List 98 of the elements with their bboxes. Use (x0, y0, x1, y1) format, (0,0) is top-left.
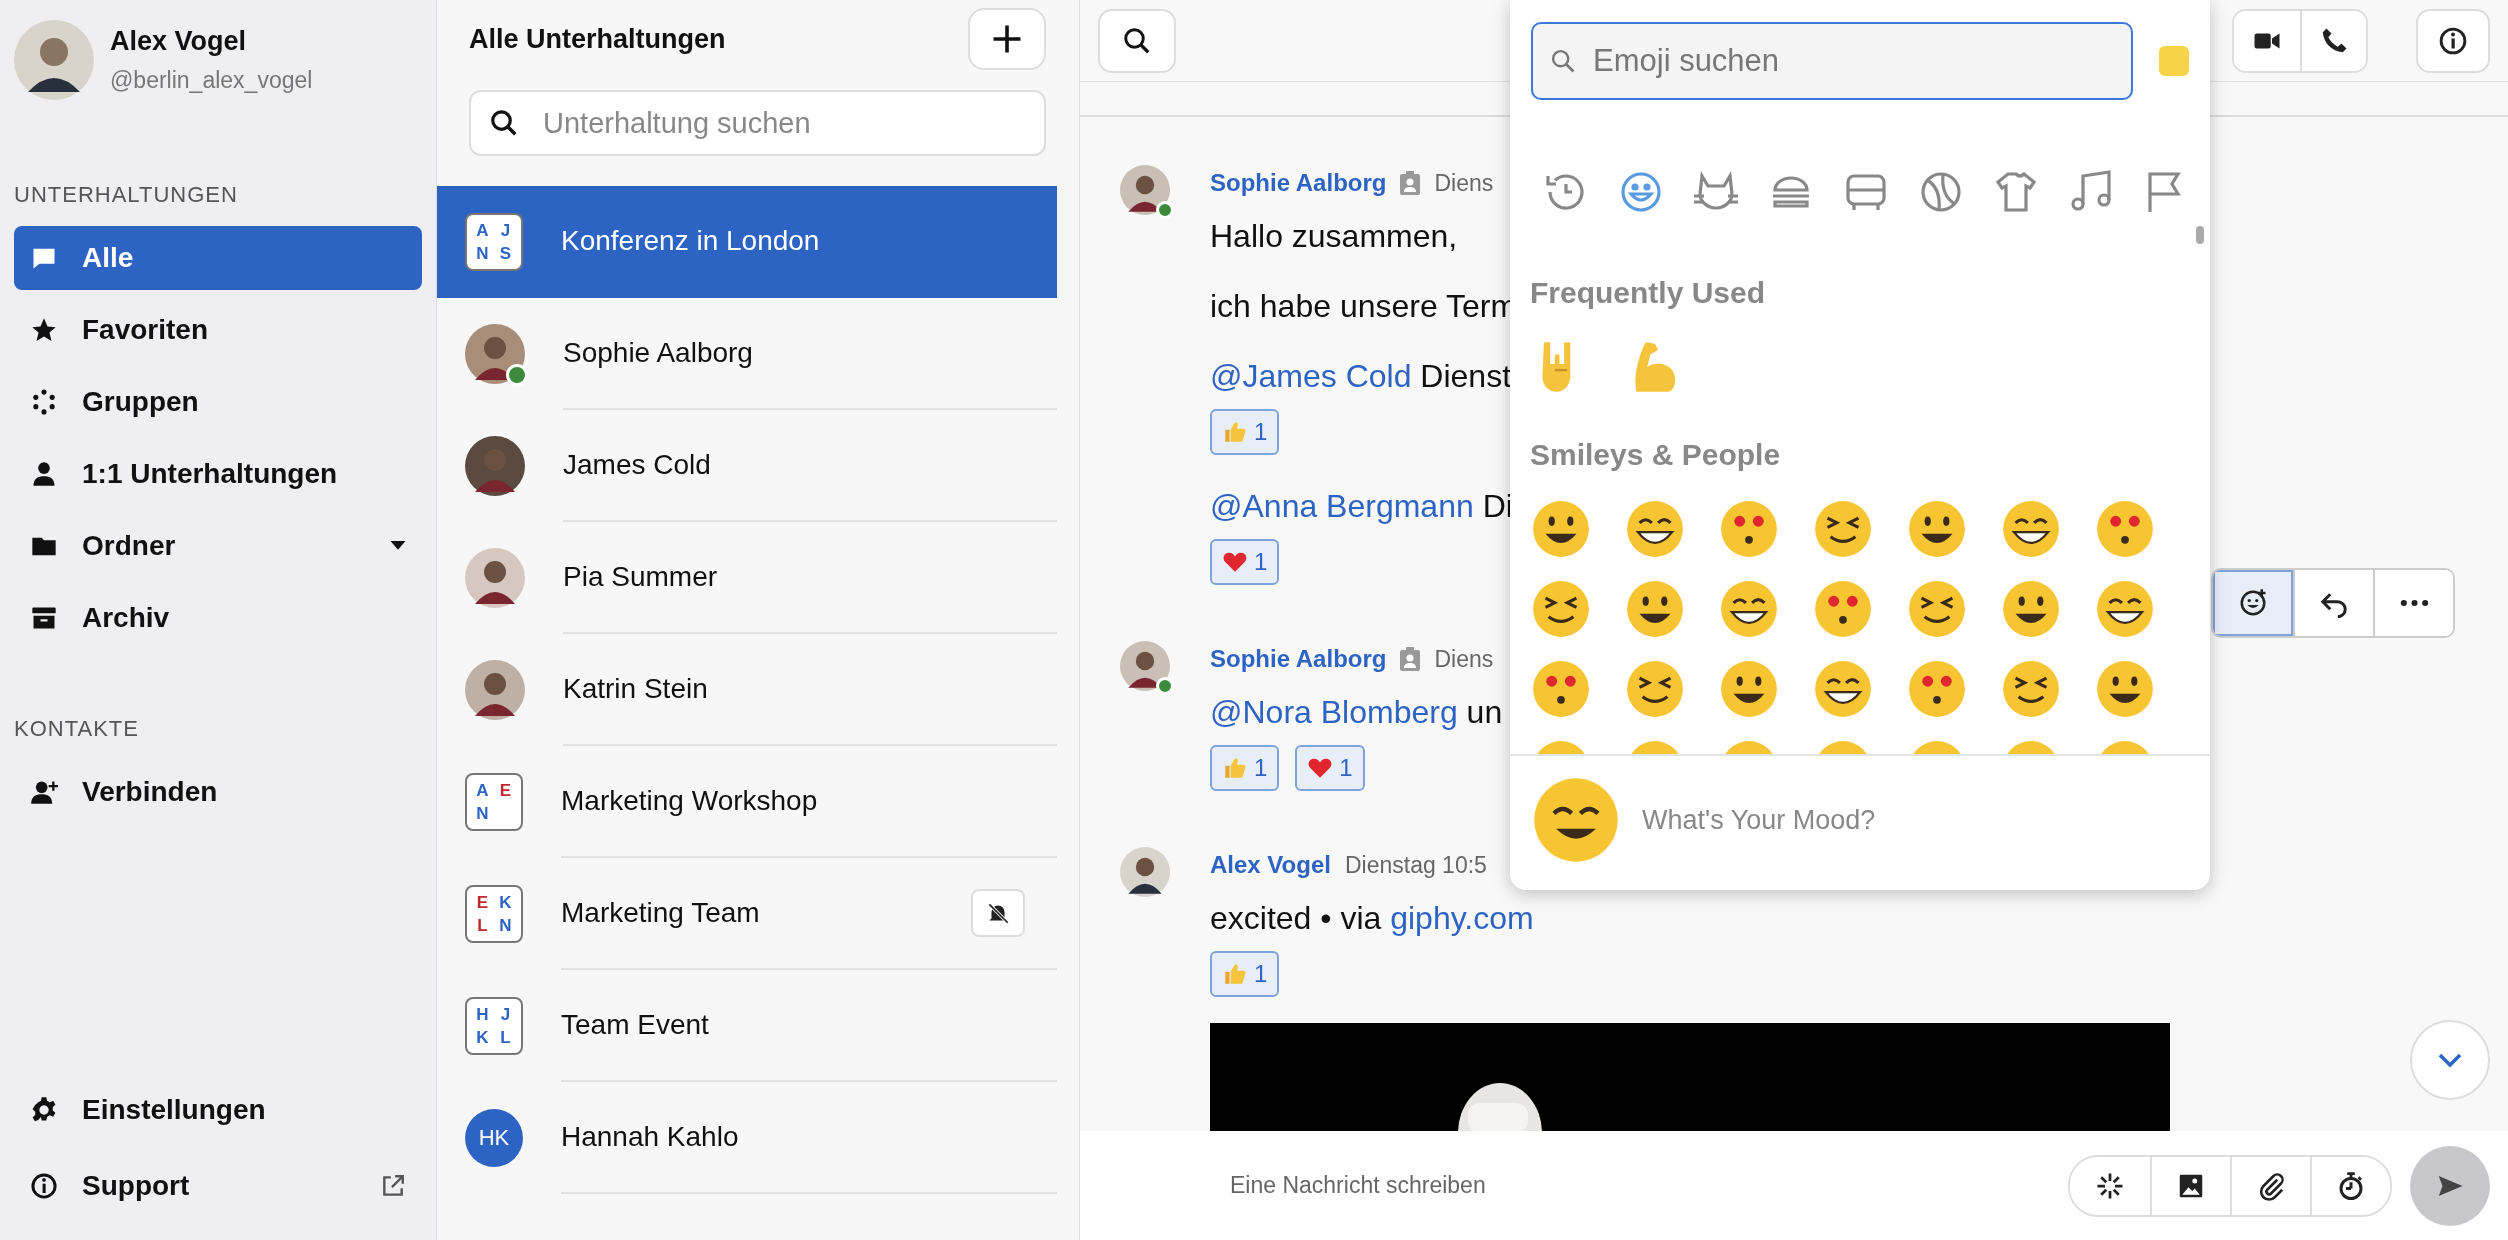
section-heading: UNTERHALTUNGEN (14, 182, 239, 208)
thumbs-up-icon (1222, 419, 1248, 445)
mention-link[interactable]: @James Cold (1210, 358, 1412, 394)
nav-item[interactable]: Verbinden (14, 760, 422, 824)
conversation-item[interactable]: A E N Marketing Workshop (437, 746, 1057, 858)
avatar (465, 548, 525, 608)
contact-card-icon (1400, 171, 1421, 195)
new-conversation-button[interactable] (968, 8, 1046, 70)
nav-item[interactable]: Archiv (14, 586, 422, 650)
mention-link[interactable]: @Anna Bergmann (1210, 488, 1474, 524)
mention-link[interactable]: @Nora Blomberg (1210, 694, 1458, 730)
conversation-item[interactable]: James Cold (437, 410, 1057, 522)
timer-button[interactable] (2310, 1156, 2390, 1215)
avatar (1120, 641, 1170, 691)
conversation-item[interactable]: A J N S Konferenz in London (437, 186, 1057, 298)
add-emoji-icon (2238, 588, 2268, 618)
avatar (465, 436, 525, 496)
conversation-item[interactable]: HK Hannah Kahlo (437, 1082, 1057, 1194)
nav-item[interactable]: Gruppen (14, 370, 422, 434)
reaction-chip[interactable]: 1 (1210, 539, 1280, 585)
smiley-icon[interactable] (1624, 578, 1686, 640)
add-reaction-button[interactable] (2213, 570, 2293, 636)
group-avatar: E K L N (465, 885, 523, 943)
conversation-item[interactable]: E K L N Marketing Team (437, 858, 1057, 970)
conversation-item[interactable]: Sophie Aalborg (437, 298, 1057, 410)
smiley-icon[interactable] (2094, 578, 2156, 640)
avatar (1120, 165, 1170, 215)
phone-call-button[interactable] (2300, 10, 2366, 71)
reaction-chip[interactable]: 1 (1295, 745, 1365, 791)
settings-icon (30, 1096, 58, 1124)
emoji-section-heading: Frequently Used (1530, 276, 1767, 310)
nav-item[interactable]: 1:1 Unterhaltungen (14, 442, 422, 506)
search-icon (489, 108, 519, 138)
link[interactable]: giphy.com (1390, 900, 1534, 936)
info-button[interactable] (2416, 8, 2490, 73)
nav-item[interactable]: Ordner (14, 514, 422, 578)
smiley-icon[interactable] (1530, 498, 1592, 560)
mood-prompt: What's Your Mood? (1642, 804, 1876, 836)
emoji-section-heading: Smileys & People (1530, 438, 1782, 472)
smiley-icon[interactable] (1624, 658, 1686, 720)
smiley-icon[interactable] (1718, 578, 1780, 640)
reaction-chip[interactable]: 1 (1210, 951, 1280, 997)
smiley-icon[interactable] (1624, 498, 1686, 560)
author-name[interactable]: Sophie Aalborg (1210, 169, 1387, 197)
smiley-icon[interactable] (1530, 578, 1592, 640)
conversation-item[interactable]: Pia Summer (437, 522, 1057, 634)
reaction-chip[interactable]: 1 (1210, 745, 1280, 791)
message-text: @James Cold Dienst (1210, 357, 1512, 396)
scrollbar-thumb[interactable] (2196, 226, 2204, 244)
info-icon (2438, 25, 2468, 56)
message-text: Hallo zusammen, (1210, 217, 1458, 256)
author-name[interactable]: Alex Vogel (1210, 851, 1331, 879)
author-name[interactable]: Sophie Aalborg (1210, 645, 1387, 673)
avatar (465, 660, 525, 720)
timestamp: Dienstag 10:5 (1344, 851, 1487, 879)
thumbs-up-icon (1222, 755, 1248, 781)
contact-card-icon (1400, 647, 1421, 671)
search-icon (1122, 25, 1152, 56)
group-avatar: A E N (465, 773, 523, 831)
info-icon (30, 1172, 58, 1200)
search-icon (1549, 47, 1577, 75)
smiley-icon[interactable] (2000, 658, 2062, 720)
nav-item[interactable]: Favoriten (14, 298, 422, 362)
reaction-chip[interactable]: 1 (1210, 409, 1280, 455)
smiley-icon[interactable] (1718, 658, 1780, 720)
section-heading: KONTAKTE (14, 716, 140, 742)
message-input[interactable]: Eine Nachricht schreiben (1228, 1171, 2050, 1200)
smiley-icon[interactable] (2000, 498, 2062, 560)
smiley-icon[interactable] (1812, 498, 1874, 560)
message-text: @Nora Blomberg un (1210, 693, 1503, 732)
smiley-icon[interactable] (1906, 498, 1968, 560)
group-avatar: H J K L (465, 997, 523, 1055)
search-button[interactable] (1098, 8, 1176, 73)
smiley-icon[interactable] (1906, 578, 1968, 640)
timestamp: Diens (1434, 645, 1494, 673)
search-field[interactable]: Unterhaltung suchen (469, 90, 1046, 156)
message-text: excited • via giphy.com (1210, 899, 1534, 938)
star-icon (30, 316, 58, 344)
smiley-icon[interactable] (2094, 658, 2156, 720)
emoji-search-field[interactable]: Emoji suchen (1531, 22, 2133, 100)
nav-item[interactable]: Alle (14, 226, 422, 290)
user-handle: @berlin_alex_vogel (110, 67, 313, 94)
avatar (465, 324, 525, 384)
groups-icon (30, 388, 58, 416)
group-avatar: A J N S (465, 213, 523, 271)
smiley-icon[interactable] (2000, 578, 2062, 640)
nav-item[interactable]: Support (14, 1154, 422, 1218)
smiley-icon[interactable] (1812, 658, 1874, 720)
timestamp: Diens (1434, 169, 1494, 197)
avatar: HK (465, 1109, 523, 1167)
conversation-item[interactable]: Katrin Stein (437, 634, 1057, 746)
more-icon (2399, 599, 2429, 607)
panel-title: Alle Unterhaltungen (469, 23, 726, 55)
nav-item[interactable]: Einstellungen (14, 1078, 422, 1142)
smiley-icon[interactable] (1532, 776, 1620, 864)
thumbs-up-icon (1222, 961, 1248, 987)
conversation-item[interactable]: H J K L Team Event (437, 970, 1057, 1082)
user-name: Alex Vogel (110, 26, 248, 57)
